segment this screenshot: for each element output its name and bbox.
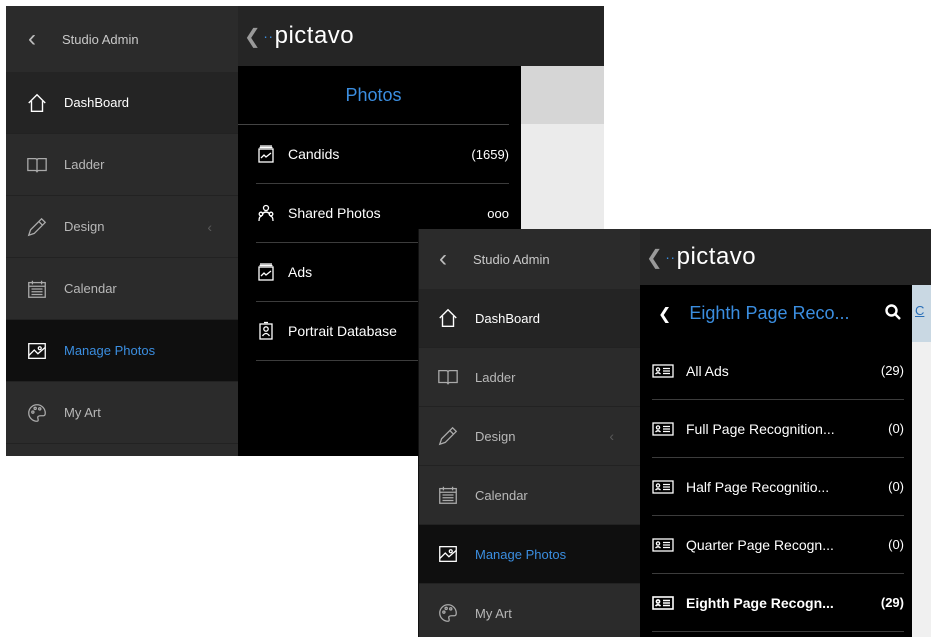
ads-panel: ❮ Eighth Page Reco... All Ads (29) Full … [640,285,912,637]
album-icon [256,262,276,282]
list-item-label: Shared Photos [288,205,381,221]
list-item-label: Eighth Page Recogn... [686,594,834,611]
list-item-label: Candids [288,146,340,162]
home-icon [26,92,48,114]
sidebar-item-label: Design [64,219,105,234]
screenshot-front: ‹ Studio Admin DashBoard Ladder Design ‹… [418,229,931,637]
list-item-count: (29) [880,595,904,610]
list-item-count: (0) [888,421,904,436]
sidebar-item-my-art[interactable]: My Art [419,584,640,637]
sidebar-item-ladder[interactable]: Ladder [6,134,238,196]
list-item-count: (1659) [471,146,509,162]
sidebar-item-design[interactable]: Design ‹ [6,196,238,258]
sidebar: ‹ Studio Admin DashBoard Ladder Design ‹… [6,6,238,456]
sidebar-item-label: DashBoard [64,95,130,110]
list-item-label: Quarter Page Recogn... [686,536,834,553]
list-item-all-ads[interactable]: All Ads (29) [652,342,904,400]
top-bar: ❮ ·· pictavo [238,6,604,66]
content-area [912,342,931,637]
logo-dots-icon: ·· [263,28,274,44]
ad-card-icon [652,595,674,611]
sidebar-item-label: My Art [475,605,512,621]
sidebar-item-calendar[interactable]: Calendar [419,466,640,525]
album-icon [256,144,276,164]
sidebar-header-label: Studio Admin [473,251,550,267]
calendar-icon [437,484,459,506]
shared-users-icon [256,203,276,223]
search-icon[interactable] [884,303,902,326]
sidebar-header[interactable]: ‹ Studio Admin [6,6,238,72]
list-item-eighth-page[interactable]: Eighth Page Recogn... (29) [652,574,904,632]
list-item-candids[interactable]: Candids (1659) [256,125,509,184]
sidebar-item-label: Ladder [64,157,105,172]
sidebar-header[interactable]: ‹ Studio Admin [419,229,640,289]
panel-title: Photos [238,66,509,125]
home-icon [437,307,459,329]
panel-header: ❮ Eighth Page Reco... [640,285,912,342]
logo-text: pictavo [676,243,757,270]
list-item-label: All Ads [686,362,729,379]
sidebar-item-dashboard[interactable]: DashBoard [419,289,640,348]
list-item-half-page[interactable]: Half Page Recognitio... (0) [652,458,904,516]
sidebar-item-calendar[interactable]: Calendar [6,258,238,320]
logo-chevron-icon: ❮ [646,246,664,269]
book-icon [437,366,459,388]
sidebar-item-ladder[interactable]: Ladder [419,348,640,407]
sidebar-item-manage-photos[interactable]: Manage Photos [6,320,238,382]
sidebar-item-label: Calendar [64,281,117,296]
sidebar-item-manage-photos[interactable]: Manage Photos [419,525,640,584]
sidebar-item-label: My Art [64,405,101,420]
list-item-count: (0) [888,479,904,494]
pictavo-logo[interactable]: ❮ ·· pictavo [238,22,354,50]
panel-title: Eighth Page Reco... [689,303,850,323]
list-item-full-page[interactable]: Full Page Recognition... (0) [652,400,904,458]
list-item-label: Ads [288,264,313,280]
more-options-icon[interactable]: ooo [487,206,509,221]
logo-text: pictavo [274,22,355,49]
sidebar-item-label: Ladder [475,369,516,385]
content-link[interactable]: C [915,303,924,318]
list-item-count: (0) [888,537,904,552]
logo-chevron-icon: ❮ [244,25,262,48]
sidebar-item-label: DashBoard [475,310,541,326]
sidebar-item-label: Manage Photos [475,546,567,562]
pictavo-logo[interactable]: ❮ ·· pictavo [640,243,756,271]
list-item-quarter-page[interactable]: Quarter Page Recogn... (0) [652,516,904,574]
content-header [521,66,604,124]
ad-card-icon [652,421,674,437]
sidebar-header-label: Studio Admin [62,31,139,47]
logo-dots-icon: ·· [665,249,676,265]
sidebar-item-my-art[interactable]: My Art [6,382,238,444]
ad-card-icon [652,479,674,495]
content-header: C [912,285,931,342]
calendar-icon [26,278,48,300]
ad-card-icon [652,537,674,553]
back-chevron-icon[interactable]: ‹ [28,25,62,53]
back-chevron-icon[interactable]: ❮ [658,304,671,324]
sidebar-item-design[interactable]: Design ‹ [419,407,640,466]
sidebar-item-label: Manage Photos [64,343,156,358]
book-icon [26,154,48,176]
list-item-label: Portrait Database [288,323,397,339]
sidebar-item-label: Design [475,428,516,444]
chevron-left-icon: ‹ [609,428,614,444]
list-item-label: Half Page Recognitio... [686,478,830,495]
chevron-left-icon: ‹ [207,218,212,235]
sidebar-item-label: Calendar [475,487,528,503]
list-item-label: Full Page Recognition... [686,420,835,437]
photo-icon [26,340,48,362]
photo-icon [437,543,459,565]
top-bar: ❮ ·· pictavo [640,229,931,285]
pencil-icon [26,216,48,238]
ad-card-icon [652,363,674,379]
list-item-count: (29) [880,363,904,378]
portrait-icon [256,321,276,341]
palette-icon [437,602,459,624]
sidebar-item-dashboard[interactable]: DashBoard [6,72,238,134]
palette-icon [26,402,48,424]
pencil-icon [437,425,459,447]
sidebar: ‹ Studio Admin DashBoard Ladder Design ‹… [419,229,640,637]
back-chevron-icon[interactable]: ‹ [439,245,473,273]
